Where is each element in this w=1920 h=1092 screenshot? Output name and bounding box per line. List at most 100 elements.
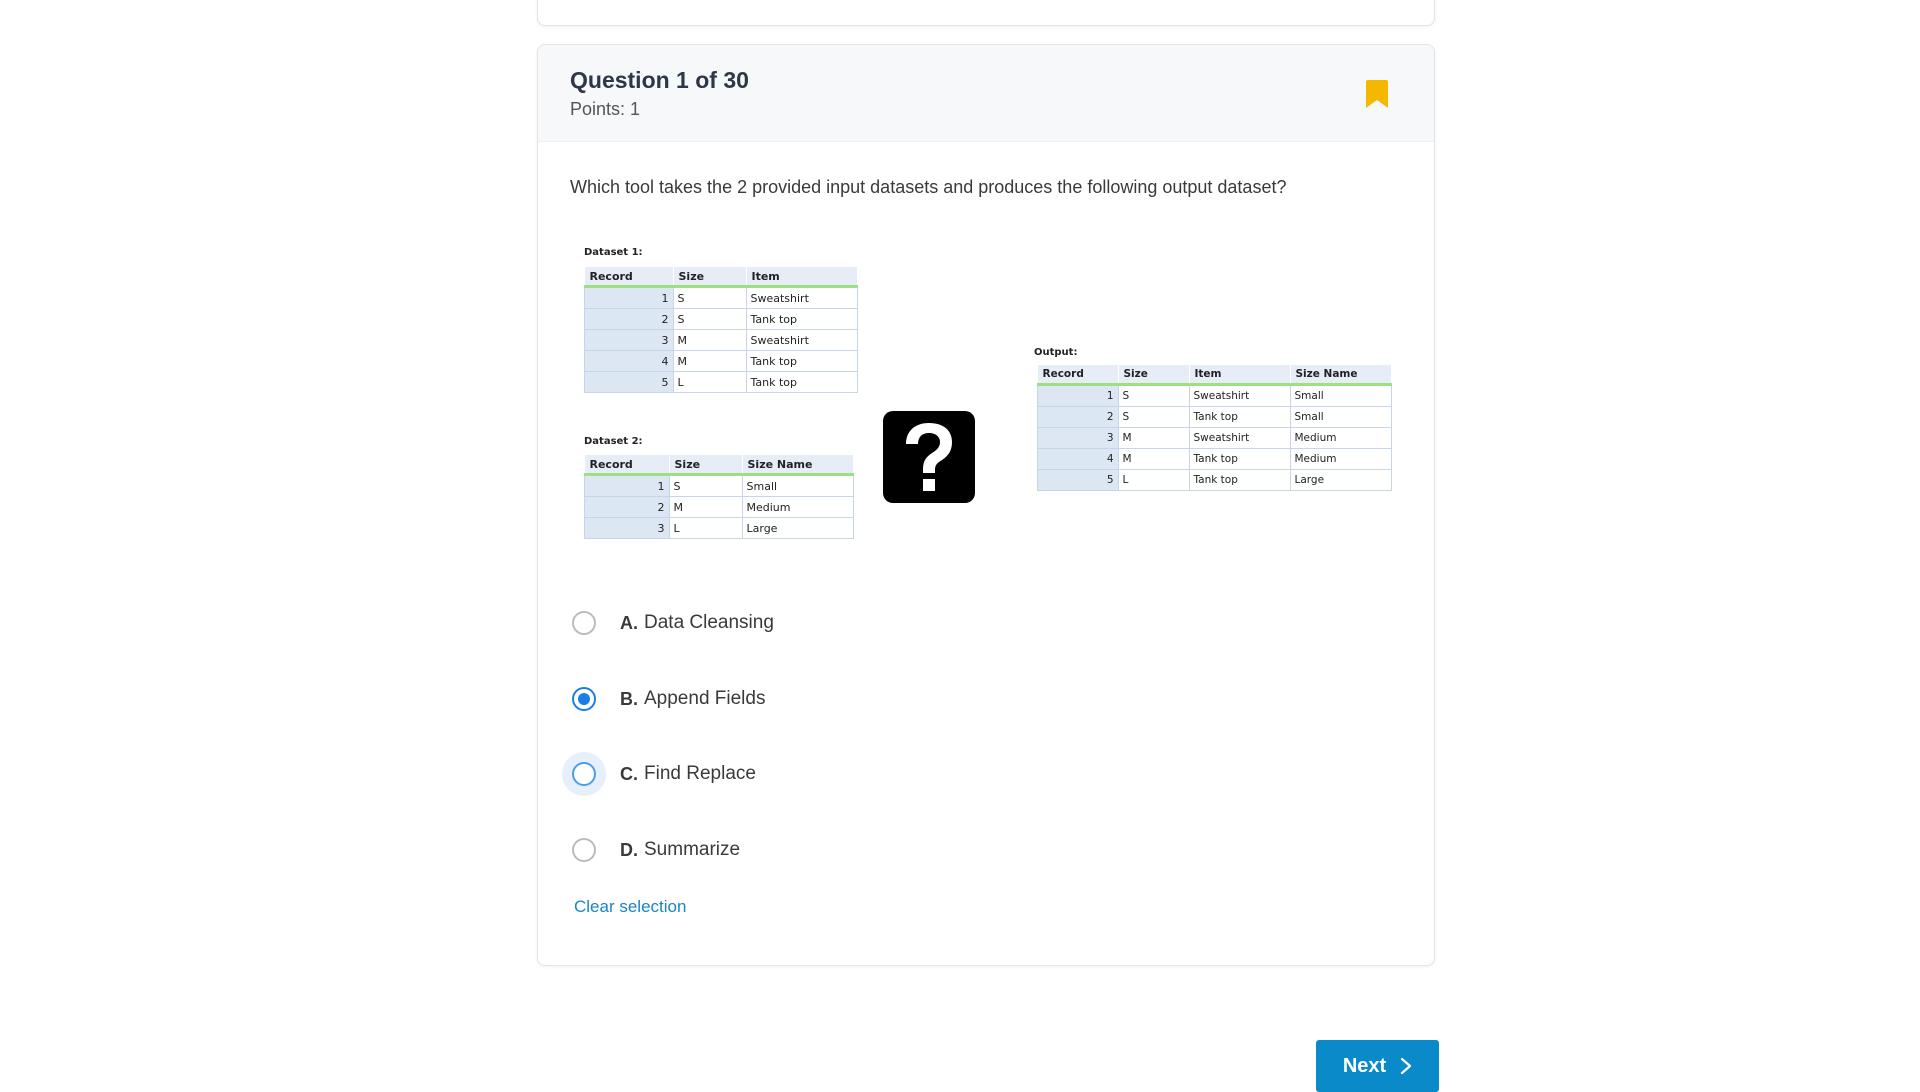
cell-size: L [668, 517, 743, 539]
cell-size-name: Medium [741, 496, 854, 518]
output-table: Record Size Item Size Name 1 S Sweatshirt S… [1037, 365, 1392, 491]
radio-option-a[interactable] [572, 611, 596, 635]
cell-size: S [668, 474, 743, 497]
question-figure: Dataset 1: Record Size Item 1 S Sweatshirt… [578, 241, 1398, 561]
option-c[interactable]: C. Find Replace [572, 754, 756, 794]
cell-record: 4 [1037, 448, 1119, 470]
question-mark-glyph [906, 423, 952, 491]
cell-record: 2 [584, 496, 670, 518]
cell-size-name: Small [1289, 406, 1392, 428]
table-row: 4 M Tank top [584, 350, 858, 372]
cell-item: Sweatshirt [1188, 427, 1291, 449]
cell-record: 1 [584, 286, 674, 309]
cell-record: 5 [1037, 469, 1119, 491]
dataset2-header: Size Name [742, 455, 854, 476]
radio-option-b[interactable] [572, 687, 596, 711]
table-row: 1 S Small [584, 474, 854, 497]
table-row: 5 L Tank top Large [1037, 469, 1392, 491]
cell-item: Sweatshirt [745, 329, 858, 351]
table-row: 3 M Sweatshirt Medium [1037, 427, 1392, 449]
cell-item: Tank top [1188, 469, 1291, 491]
cell-size: L [672, 371, 747, 393]
table-row: 2 M Medium [584, 496, 854, 518]
question-text: Which tool takes the 2 provided input da… [570, 177, 1287, 197]
cell-item: Tank top [745, 371, 858, 393]
cell-record: 3 [1037, 427, 1119, 449]
option-d-letter: D. [620, 839, 638, 860]
table-row: 3 M Sweatshirt [584, 329, 858, 351]
cell-record: 4 [584, 350, 674, 372]
dataset1-header: Record [584, 267, 674, 288]
cell-item: Tank top [745, 308, 858, 330]
output-header: Item [1189, 365, 1291, 386]
dataset2-table: Record Size Size Name 1 S Small 2 M Medium 3… [584, 455, 854, 539]
option-c-text: Find Replace [644, 763, 756, 784]
cell-record: 2 [1037, 406, 1119, 428]
cell-record: 3 [584, 329, 674, 351]
dataset2-header: Size [669, 455, 743, 476]
cell-size-name: Large [1289, 469, 1392, 491]
cell-size: S [1117, 384, 1190, 407]
option-b[interactable]: B. Append Fields [572, 679, 765, 719]
output-header: Size Name [1290, 365, 1392, 386]
option-d[interactable]: D. Summarize [572, 830, 740, 870]
question-points: Points: 1 [570, 99, 641, 119]
question-card: Question 1 of 30 Points: 1 Which tool ta… [537, 44, 1435, 966]
table-row: 1 S Sweatshirt Small [1037, 384, 1392, 407]
cell-item: Sweatshirt [1188, 384, 1291, 407]
option-a-text: Data Cleansing [644, 612, 774, 633]
cell-size: L [1117, 469, 1190, 491]
table-row: 3 L Large [584, 517, 854, 539]
cell-record: 1 [584, 474, 670, 497]
cell-item: Tank top [1188, 448, 1291, 470]
option-a[interactable]: A. Data Cleansing [572, 603, 774, 643]
option-b-text: Append Fields [644, 688, 766, 709]
bookmark-icon[interactable] [1366, 80, 1388, 108]
dataset1-header: Item [746, 267, 858, 288]
cell-record: 2 [584, 308, 674, 330]
next-button-label: Next [1342, 1054, 1387, 1077]
table-row: 5 L Tank top [584, 371, 858, 393]
table-row: 2 S Tank top Small [1037, 406, 1392, 428]
radio-option-d[interactable] [572, 838, 596, 862]
cell-size: M [672, 350, 747, 372]
cell-size: M [668, 496, 743, 518]
option-c-letter: C. [620, 763, 638, 784]
dataset1-table: Record Size Item 1 S Sweatshirt 2 S Tank top… [584, 267, 858, 393]
cell-item: Sweatshirt [745, 286, 858, 309]
cell-size: S [1117, 406, 1190, 428]
output-header: Size [1118, 365, 1190, 386]
cell-size: S [672, 286, 747, 309]
cell-size-name: Large [741, 517, 854, 539]
option-b-letter: B. [620, 688, 638, 709]
question-header: Question 1 of 30 Points: 1 [538, 45, 1434, 142]
dataset2-header: Record [584, 455, 670, 476]
cell-record: 1 [1037, 384, 1119, 407]
cell-item: Tank top [745, 350, 858, 372]
table-row: 4 M Tank top Medium [1037, 448, 1392, 470]
table-row: 2 S Tank top [584, 308, 858, 330]
cell-size: M [1117, 448, 1190, 470]
cell-size: M [1117, 427, 1190, 449]
option-a-letter: A. [620, 612, 638, 633]
question-mark-icon [883, 411, 975, 503]
table-row: 1 S Sweatshirt [584, 286, 858, 309]
cell-size-name: Small [741, 474, 854, 497]
cell-item: Tank top [1188, 406, 1291, 428]
dataset2-label: Dataset 2: [584, 436, 643, 447]
cell-record: 5 [584, 371, 674, 393]
cell-size-name: Small [1289, 384, 1392, 407]
dataset1-header: Size [673, 267, 747, 288]
cell-size: M [672, 329, 747, 351]
option-d-text: Summarize [644, 839, 741, 860]
next-button[interactable]: Next [1316, 1040, 1439, 1092]
question-title: Question 1 of 30 [570, 67, 749, 93]
previous-card [537, 0, 1435, 26]
clear-selection-link[interactable]: Clear selection [574, 897, 686, 917]
output-label: Output: [1034, 347, 1078, 358]
chevron-right-icon [1401, 1057, 1412, 1075]
cell-record: 3 [584, 517, 670, 539]
radio-option-c[interactable] [572, 762, 596, 786]
cell-size-name: Medium [1289, 427, 1392, 449]
cell-size-name: Medium [1289, 448, 1392, 470]
